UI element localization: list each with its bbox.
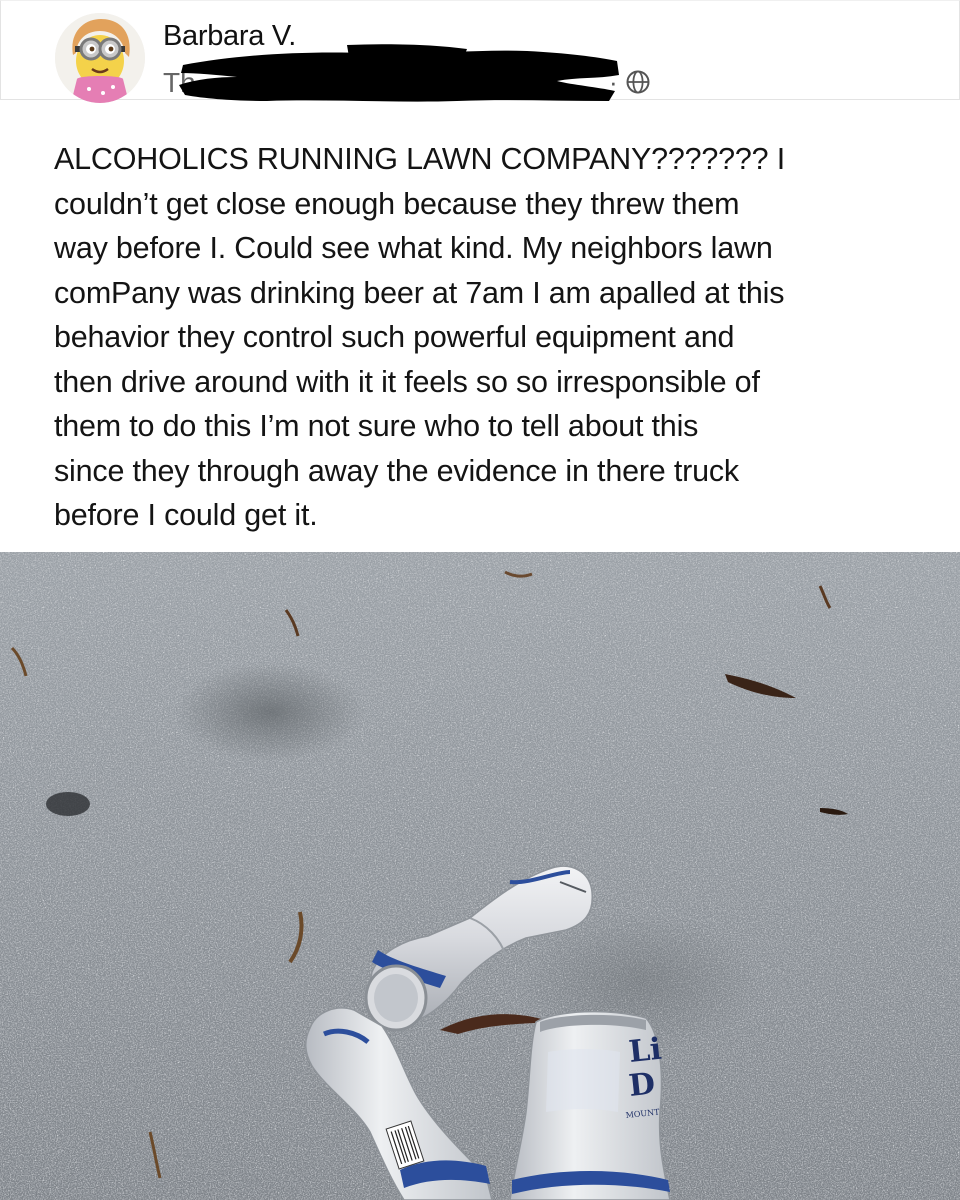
post-photo[interactable]: Li D MOUNT bbox=[0, 552, 960, 1200]
post-body-text: ALCOHOLICS RUNNING LAWN COMPANY??????? I… bbox=[54, 142, 785, 532]
facebook-post: Barbara V. Th · ALCOHOLICS RUNNING LAWN … bbox=[0, 0, 960, 1200]
meta-separator: · bbox=[609, 67, 618, 97]
svg-text:D: D bbox=[627, 1066, 657, 1104]
post-meta: Th · bbox=[163, 44, 683, 105]
beer-cans-photo: Li D MOUNT bbox=[0, 552, 960, 1200]
author-avatar[interactable] bbox=[55, 13, 145, 103]
minion-avatar-icon bbox=[55, 13, 145, 103]
beer-can-3: Li D MOUNT bbox=[509, 1010, 671, 1200]
redaction-scribble bbox=[179, 44, 619, 102]
post-header: Barbara V. Th · bbox=[0, 0, 960, 103]
svg-text:Li: Li bbox=[627, 1032, 663, 1070]
globe-icon[interactable] bbox=[625, 69, 651, 95]
